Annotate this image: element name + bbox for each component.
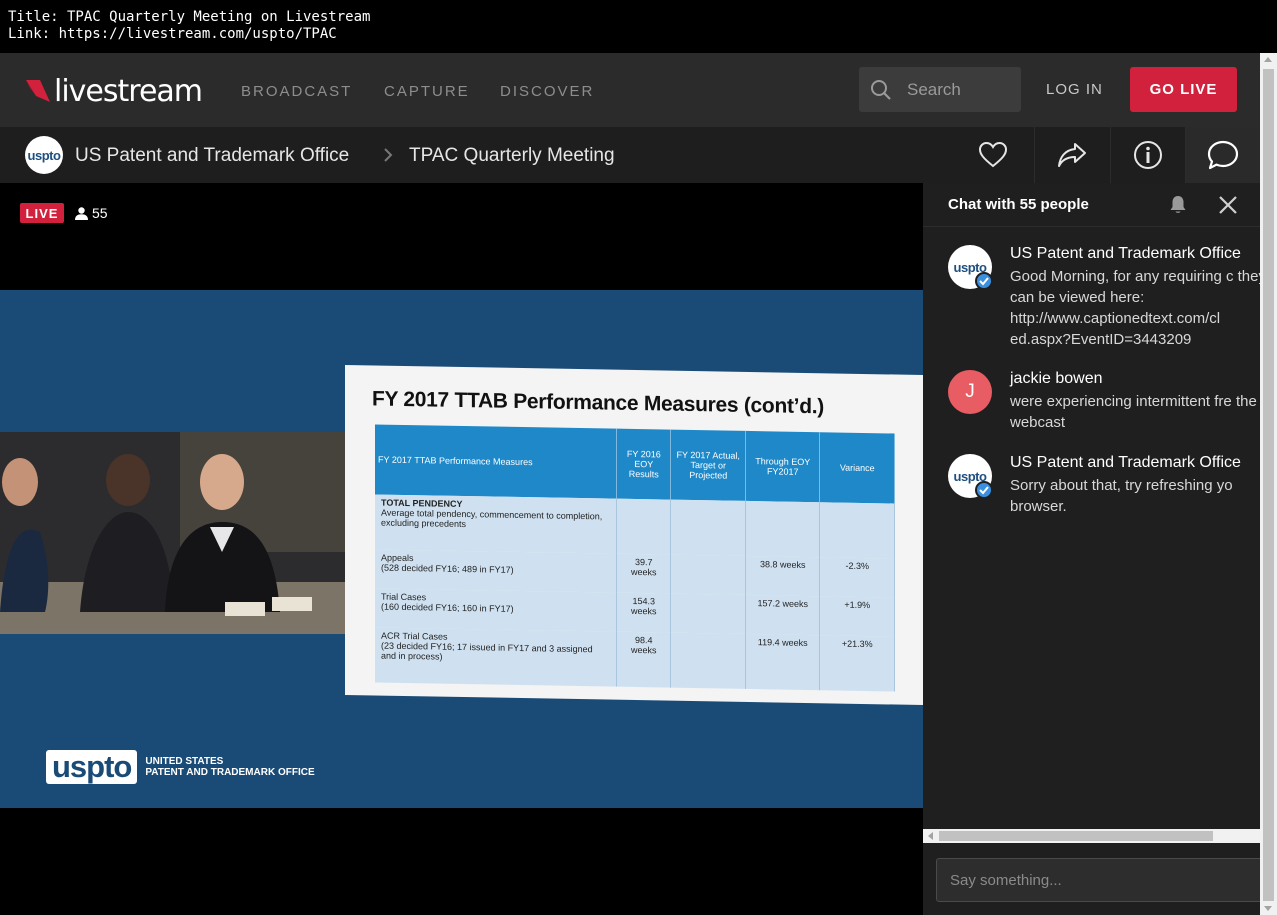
chat-author[interactable]: US Patent and Trademark Office <box>1010 454 1241 472</box>
slide-row-sub: Average total pendency, commencement to … <box>381 507 603 530</box>
chat-horizontal-scrollbar[interactable] <box>923 829 1260 843</box>
info-button[interactable] <box>1110 127 1185 183</box>
slide-title: FY 2017 TTAB Performance Measures (cont’… <box>372 387 824 419</box>
slide-row: TOTAL PENDENCY Average total pendency, co… <box>375 494 895 559</box>
chat-author[interactable]: jackie bowen <box>1010 370 1103 388</box>
slide-header-measure: FY 2017 TTAB Performance Measures <box>375 424 617 499</box>
chat-avatar-initial: J <box>948 370 992 414</box>
bell-icon[interactable] <box>1169 195 1187 215</box>
verified-check-icon <box>975 272 993 290</box>
slide-cell: 39.7 weeks <box>616 553 671 594</box>
presentation-slide: FY 2017 TTAB Performance Measures (cont’… <box>345 364 923 706</box>
chat-header: Chat with 55 people <box>923 183 1260 227</box>
chevron-right-icon <box>384 148 393 162</box>
uspto-footer-line1: UNITED STATES <box>145 756 224 767</box>
viewer-count: 55 <box>92 205 108 221</box>
heart-icon <box>978 142 1007 168</box>
slide-cell <box>670 499 746 556</box>
nav-capture[interactable]: CAPTURE <box>384 83 470 100</box>
scroll-left-arrow-icon[interactable] <box>928 832 933 840</box>
page-scrollbar-thumb[interactable] <box>1263 69 1274 901</box>
chat-author[interactable]: US Patent and Trademark Office <box>1010 245 1241 263</box>
meeting-video-inset <box>0 432 346 634</box>
chat-avatar[interactable]: uspto <box>948 245 993 290</box>
channel-name-link[interactable]: US Patent and Trademark Office <box>75 145 349 167</box>
slide-header-fy2017: FY 2017 Actual, Target or Projected <box>670 429 746 501</box>
page-scrollbar[interactable] <box>1260 53 1277 915</box>
slide-cell <box>745 500 820 557</box>
slide-header-through: Through EOY FY2017 <box>745 430 820 503</box>
slide-cell: 119.4 weeks <box>745 634 820 691</box>
channel-avatar[interactable]: uspto <box>25 136 63 174</box>
slide-cell: 157.2 weeks <box>745 594 820 636</box>
chat-text: Sorry about that, try refreshing yo brow… <box>1010 477 1233 515</box>
scroll-up-arrow-icon[interactable] <box>1264 57 1272 62</box>
slide-cell: +21.3% <box>819 635 895 692</box>
chat-avatar[interactable]: uspto <box>948 454 993 499</box>
slide-cell <box>819 502 895 559</box>
slide-header-variance: Variance <box>819 432 895 504</box>
like-button[interactable] <box>955 127 1030 183</box>
uspto-footer-logo: uspto <box>46 750 138 784</box>
slide-cell <box>670 633 746 689</box>
go-live-button[interactable]: GO LIVE <box>1130 67 1237 112</box>
slide-table: FY 2017 TTAB Performance Measures FY 201… <box>375 424 895 692</box>
slide-cell: -2.3% <box>819 556 895 598</box>
nav-broadcast[interactable]: BROADCAST <box>241 83 352 100</box>
share-icon <box>1058 143 1086 167</box>
slide-cell: 154.3 weeks <box>616 592 671 634</box>
site-header: livestream BROADCAST CAPTURE DISCOVER LO… <box>0 53 1260 127</box>
slide-row-sub: (23 decided FY16; 17 issued in FY17 and … <box>381 640 593 663</box>
livestream-logo[interactable]: livestream <box>24 71 203 111</box>
chat-button[interactable] <box>1185 127 1260 183</box>
chat-icon <box>1207 140 1239 170</box>
close-icon[interactable] <box>1218 195 1238 215</box>
chat-input[interactable] <box>936 858 1260 902</box>
uspto-footer-line2: PATENT AND TRADEMARK OFFICE <box>145 767 315 778</box>
login-link[interactable]: LOG IN <box>1046 81 1103 98</box>
livestream-logo-icon <box>24 76 52 106</box>
slide-cell: 98.4 weeks <box>616 632 671 688</box>
chat-text: Good Morning, for any requiring c they c… <box>1010 268 1260 348</box>
viewer-person-icon <box>75 207 88 220</box>
event-title: TPAC Quarterly Meeting <box>409 145 615 166</box>
video-player[interactable]: LIVE 55 FY 2017 TTAB Performance Measure… <box>0 183 923 915</box>
chat-title: Chat with 55 people <box>948 196 1089 213</box>
verified-check-icon <box>975 481 993 499</box>
event-bar: uspto US Patent and Trademark Office TPA… <box>0 127 1260 183</box>
uspto-watermark: uspto UNITED STATES PATENT AND TRADEMARK… <box>46 750 315 784</box>
info-bar: Title: TPAC Quarterly Meeting on Livestr… <box>0 0 1277 53</box>
scroll-down-arrow-icon[interactable] <box>1264 906 1272 911</box>
slide-cell: 38.8 weeks <box>745 555 820 597</box>
chat-panel: Chat with 55 people uspto US Patent and … <box>923 183 1260 915</box>
slide-row: ACR Trial Cases (23 decided FY16; 17 issu… <box>375 627 895 692</box>
search-box[interactable] <box>859 67 1021 112</box>
search-input[interactable] <box>905 77 1015 102</box>
slide-cell: +1.9% <box>819 596 895 637</box>
slide-header-fy2016: FY 2016 EOY Results <box>616 428 671 500</box>
chat-text: were experiencing intermittent fre the w… <box>1010 393 1257 431</box>
info-title: Title: TPAC Quarterly Meeting on Livestr… <box>8 9 371 25</box>
logo-text: livestream <box>54 73 203 109</box>
chat-compose <box>923 843 1260 915</box>
search-icon <box>871 80 891 100</box>
nav-discover[interactable]: DISCOVER <box>500 83 594 100</box>
video-frame: FY 2017 TTAB Performance Measures (cont’… <box>0 290 923 808</box>
share-button[interactable] <box>1034 127 1109 183</box>
channel-avatar-text: uspto <box>27 147 61 163</box>
scrollbar-thumb[interactable] <box>939 831 1213 841</box>
chat-avatar[interactable]: J <box>948 370 992 414</box>
info-icon <box>1134 141 1162 169</box>
slide-cell <box>616 498 671 555</box>
slide-cell <box>670 593 746 635</box>
info-link: Link: https://livestream.com/uspto/TPAC <box>8 26 337 42</box>
live-badge: LIVE <box>20 203 64 223</box>
slide-cell <box>670 554 746 595</box>
